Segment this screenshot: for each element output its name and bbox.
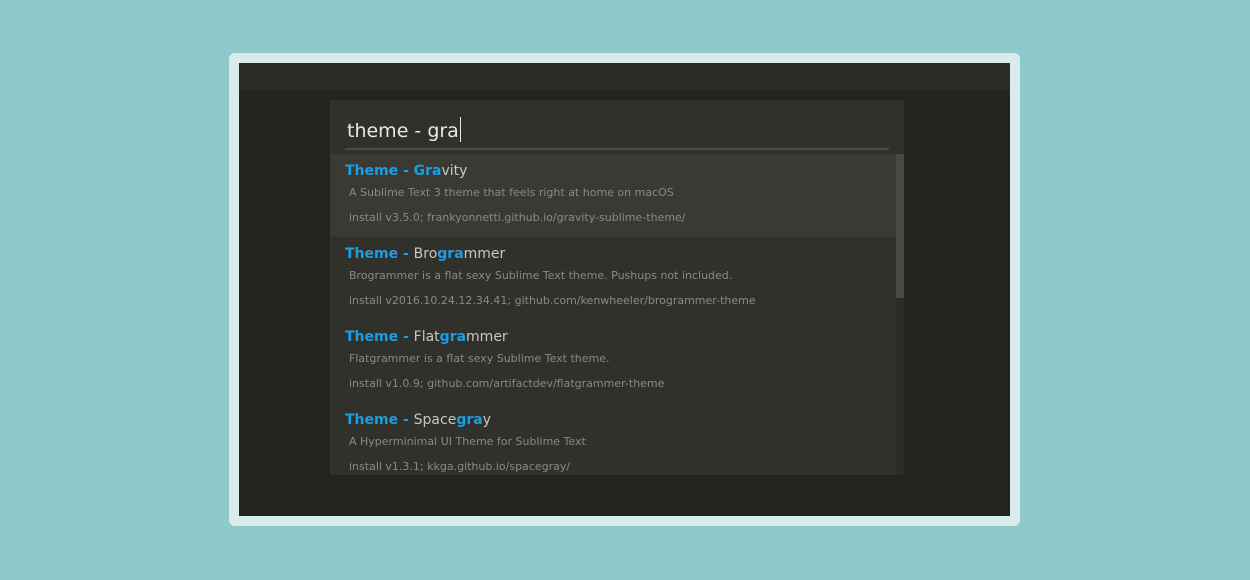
package-title: Theme - Brogrammer <box>345 245 505 263</box>
scrollbar[interactable] <box>896 154 904 475</box>
package-description: A Hyperminimal UI Theme for Sublime Text <box>349 435 586 448</box>
results-list: Theme - Gravity A Sublime Text 3 theme t… <box>330 154 904 475</box>
title-match-highlight: Gra <box>413 163 442 179</box>
window-frame: theme - gra Theme - Gravity A Sublime Te… <box>229 53 1020 526</box>
scrollbar-thumb[interactable] <box>896 154 904 298</box>
command-palette: theme - gra Theme - Gravity A Sublime Te… <box>330 100 904 475</box>
search-query[interactable]: theme - gra <box>347 117 462 143</box>
package-title: Theme - Spacegray <box>345 411 491 429</box>
title-match-highlight: Theme - <box>345 163 414 179</box>
package-description: A Sublime Text 3 theme that feels right … <box>349 186 674 199</box>
list-item[interactable]: Theme - Flatgrammer Flatgrammer is a fla… <box>330 320 896 403</box>
title-match-highlight: Theme - <box>345 246 414 262</box>
text-caret <box>459 117 462 142</box>
package-title: Theme - Gravity <box>345 162 467 180</box>
title-text: y <box>482 412 491 428</box>
title-text: mmer <box>463 246 506 262</box>
title-text: Flat <box>413 329 440 345</box>
title-text: mmer <box>466 329 508 345</box>
title-text: vity <box>441 163 468 179</box>
list-item[interactable]: Theme - Gravity A Sublime Text 3 theme t… <box>330 154 896 237</box>
title-text: Space <box>413 412 457 428</box>
package-description: Flatgrammer is a flat sexy Sublime Text … <box>349 352 610 365</box>
title-match-highlight: gra <box>456 412 483 428</box>
title-text: Bro <box>413 246 438 262</box>
title-match-highlight: gra <box>437 246 464 262</box>
package-description: Brogrammer is a flat sexy Sublime Text t… <box>349 269 733 282</box>
package-install-info: install v3.5.0; frankyonnetti.github.io/… <box>349 211 686 224</box>
search-input[interactable]: theme - gra <box>345 100 889 150</box>
editor-window: theme - gra Theme - Gravity A Sublime Te… <box>239 63 1010 516</box>
title-match-highlight: gra <box>439 329 467 345</box>
list-item[interactable]: Theme - Brogrammer Brogrammer is a flat … <box>330 237 896 320</box>
title-match-highlight: Theme - <box>345 412 414 428</box>
title-bar[interactable] <box>239 63 1010 90</box>
list-item[interactable]: Theme - Spacegray A Hyperminimal UI Them… <box>330 403 896 475</box>
package-install-info: install v1.0.9; github.com/artifactdev/f… <box>349 377 665 390</box>
package-title: Theme - Flatgrammer <box>345 328 508 346</box>
title-match-highlight: Theme - <box>345 329 414 345</box>
package-install-info: install v1.3.1; kkga.github.io/spacegray… <box>349 460 571 473</box>
package-install-info: install v2016.10.24.12.34.41; github.com… <box>349 294 756 307</box>
